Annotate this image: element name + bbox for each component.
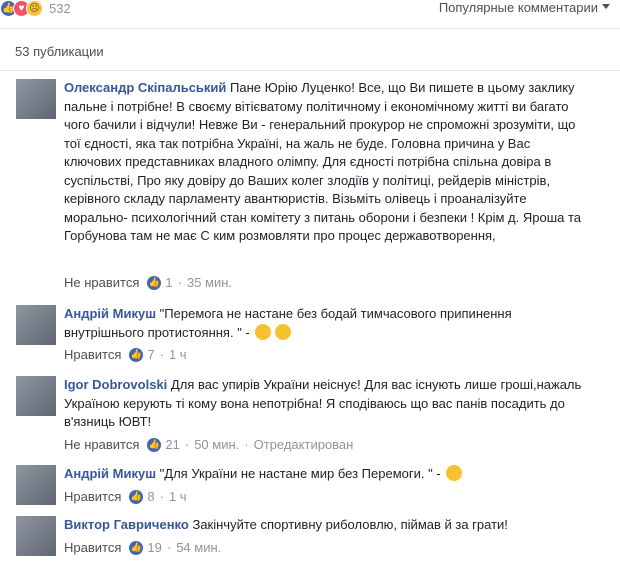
comment-body: Андрій Микуш "Перемога не настане без бо… — [64, 305, 589, 342]
like-button[interactable]: Нравится — [64, 489, 121, 504]
like-count[interactable]: 8 — [147, 489, 154, 504]
divider — [0, 70, 620, 71]
comment-body: Виктор Гавриченко Закінчуйте спортивну р… — [64, 516, 589, 535]
comment-author[interactable]: Igor Dobrovolski — [64, 377, 167, 392]
edited-label[interactable]: Отредактирован — [254, 437, 354, 452]
angry-icon: ☹ — [26, 0, 43, 17]
comment-body: Igor Dobrovolski Для вас упирів України … — [64, 376, 589, 432]
avatar[interactable] — [16, 516, 56, 556]
like-button[interactable]: Не нравится — [64, 275, 139, 290]
comment-author[interactable]: Олександр Скіпальський — [64, 80, 226, 95]
like-icon: 👍 — [129, 540, 144, 555]
timestamp[interactable]: 35 мин. — [187, 275, 232, 290]
sort-dropdown[interactable]: Популярные комментарии — [439, 0, 598, 15]
timestamp[interactable]: 1 ч — [169, 489, 187, 504]
thumbs-up-emoji-icon — [275, 323, 292, 340]
avatar[interactable] — [16, 305, 56, 345]
comment-text: Пане Юрію Луценко! Все, що Ви пишете в ц… — [64, 80, 582, 243]
like-count[interactable]: 7 — [147, 347, 154, 362]
separator: · — [244, 437, 249, 452]
reactions-count[interactable]: 532 — [49, 1, 71, 16]
comment-author[interactable]: Андрій Микуш — [64, 466, 156, 481]
separator: · — [159, 347, 164, 362]
comment-text: Закінчуйте спортивну риболовлю, піймав й… — [192, 517, 508, 532]
like-count[interactable]: 19 — [147, 540, 161, 555]
like-count[interactable]: 21 — [165, 437, 179, 452]
avatar[interactable] — [16, 79, 56, 119]
separator: · — [177, 275, 182, 290]
divider — [0, 28, 620, 29]
publications-count: 53 публикации — [15, 44, 104, 59]
reactions-summary[interactable]: 👍 ♥ ☹ 532 — [0, 0, 71, 17]
like-icon: 👍 — [129, 489, 144, 504]
avatar[interactable] — [16, 465, 56, 505]
like-icon: 👍 — [147, 437, 162, 452]
comment-author[interactable]: Виктор Гавриченко — [64, 517, 189, 532]
comment-actions: Нравится 👍 19 · 54 мин. — [64, 540, 221, 555]
avatar[interactable] — [16, 376, 56, 416]
chevron-down-icon[interactable] — [602, 4, 610, 9]
comment-author[interactable]: Андрій Микуш — [64, 306, 156, 321]
separator: · — [159, 489, 164, 504]
comment-body: Олександр Скіпальський Пане Юрію Луценко… — [64, 79, 589, 246]
comment-actions: Не нравится 👍 21 · 50 мин. · Отредактиро… — [64, 437, 353, 452]
timestamp[interactable]: 54 мин. — [176, 540, 221, 555]
comment-actions: Не нравится 👍 1 · 35 мин. — [64, 275, 232, 290]
thumbs-up-emoji-icon — [446, 465, 463, 481]
like-button[interactable]: Нравится — [64, 540, 121, 555]
like-button[interactable]: Нравится — [64, 347, 121, 362]
timestamp[interactable]: 50 мин. — [194, 437, 239, 452]
thumbs-up-emoji-icon — [255, 323, 272, 340]
comment-actions: Нравится 👍 7 · 1 ч — [64, 347, 187, 362]
comment-actions: Нравится 👍 8 · 1 ч — [64, 489, 187, 504]
comment-text: "Для України не настане мир без Перемоги… — [159, 466, 441, 481]
post-footer-bar: 👍 ♥ ☹ 532 Популярные комментарии — [0, 0, 620, 18]
comment-body: Андрій Микуш "Для України не настане мир… — [64, 465, 589, 484]
separator: · — [184, 437, 190, 452]
separator: · — [166, 540, 172, 555]
like-icon: 👍 — [147, 275, 162, 290]
like-count[interactable]: 1 — [165, 275, 172, 290]
timestamp[interactable]: 1 ч — [169, 347, 187, 362]
like-icon: 👍 — [129, 347, 144, 362]
like-button[interactable]: Не нравится — [64, 437, 139, 452]
